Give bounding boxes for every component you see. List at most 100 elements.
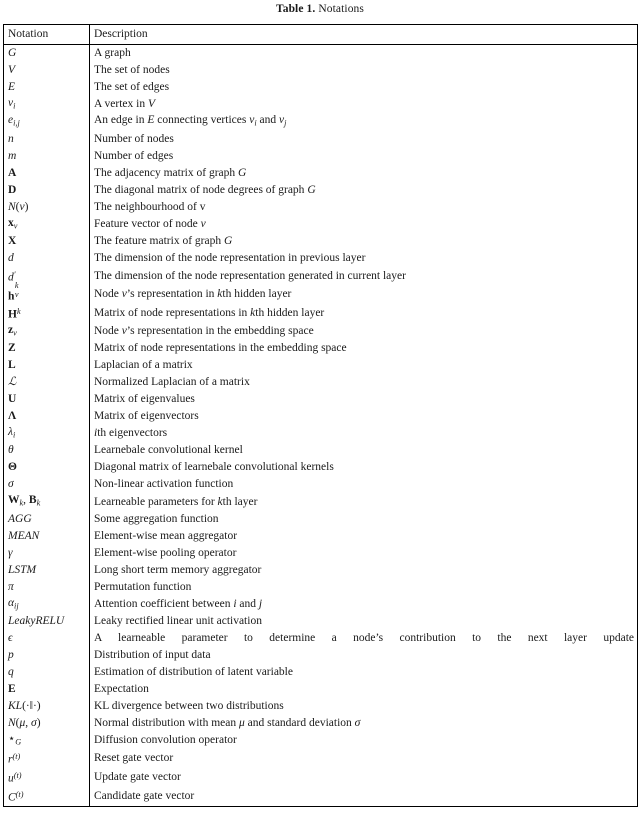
table-row: D The diagonal matrix of node degrees of … [3, 181, 638, 199]
table-row: xv Feature vector of node v [3, 215, 638, 233]
table-row: ei,j An edge in E connecting vertices vi … [3, 113, 638, 131]
cell-description: Distribution of input data [89, 647, 638, 665]
cell-description: The dimension of the node representation… [89, 266, 638, 286]
table-row: p Distribution of input data [3, 647, 638, 665]
table-row: σ Non-linear activation function [3, 476, 638, 494]
cell-description: ith eigenvectors [89, 425, 638, 443]
table-row: A The adjacency matrix of graph G [3, 164, 638, 182]
cell-description: Normalized Laplacian of a matrix [89, 374, 638, 392]
cell-notation: q [3, 664, 90, 682]
cell-notation: zv [3, 322, 90, 341]
cell-notation: LSTM [3, 561, 90, 579]
table-row: LSTM Long short term memory aggregator [3, 561, 638, 579]
table-row: zv Node v’s representation in the embeddi… [3, 322, 638, 341]
table-row: λi ith eigenvectors [3, 425, 638, 443]
cell-description: The neighbourhood of v [89, 198, 638, 216]
cell-notation: ℒ [3, 374, 90, 392]
notations-table: Notation Description GA graph V The set of… [3, 24, 638, 807]
cell-notation: N(v) [3, 198, 90, 216]
table-row: αij Attention coefficient between i and j [3, 595, 638, 614]
column-header-notation: Notation [3, 24, 90, 45]
cell-description: Expectation [89, 681, 638, 699]
table-row: X The feature matrix of graph G [3, 232, 638, 250]
cell-description: Feature vector of node v [89, 215, 638, 233]
cell-description: Learnebale convolutional kernel [89, 442, 638, 460]
cell-description: Estimation of distribution of latent var… [89, 664, 638, 682]
cell-notation: π [3, 578, 90, 596]
cell-description: An edge in E connecting vertices vi and … [89, 113, 638, 131]
cell-notation: vi [3, 96, 90, 114]
table-header: Notation Description [3, 24, 638, 45]
cell-notation: X [3, 232, 90, 250]
cell-description: The adjacency matrix of graph G [89, 164, 638, 182]
cell-notation: Λ [3, 408, 90, 426]
cell-notation: γ [3, 544, 90, 562]
cell-description: Leaky rectified linear unit activation [89, 613, 638, 631]
cell-notation: A [3, 164, 90, 182]
cell-notation: p [3, 647, 90, 665]
cell-notation: MEAN [3, 527, 90, 545]
table-row: L Laplacian of a matrix [3, 357, 638, 375]
cell-notation: C(t) [3, 786, 90, 807]
cell-notation: AGG [3, 510, 90, 528]
cell-notation: E [3, 681, 90, 699]
cell-description: Non-linear activation function [89, 476, 638, 494]
cell-description: Normal distribution with mean μ and stan… [89, 715, 638, 733]
cell-notation: D [3, 181, 90, 199]
cell-notation: xv [3, 215, 90, 233]
cell-notation: n [3, 130, 90, 148]
cell-description: Laplacian of a matrix [89, 357, 638, 375]
cell-description: KL divergence between two distributions [89, 698, 638, 716]
cell-description: Node v’s representation in kth hidden la… [89, 285, 638, 305]
cell-description: The set of nodes [89, 62, 638, 79]
cell-description: A vertex in V [89, 96, 638, 114]
cell-notation: L [3, 357, 90, 375]
table-row: h k v Node v’s representation in kth hidden… [3, 281, 638, 305]
table-row: GA graph [3, 44, 638, 62]
cell-description: Update gate vector [89, 768, 638, 787]
cell-notation: Θ [3, 459, 90, 477]
table-row: C(t) Candidate gate vector [3, 786, 638, 807]
header-row: Notation Description [3, 24, 638, 45]
table-row: LeakyRELU Leaky rectified linear unit act… [3, 613, 638, 631]
table-row: V The set of nodes [3, 62, 638, 79]
table-row: E The set of edges [3, 79, 638, 96]
cell-description: Matrix of node representations in the em… [89, 340, 638, 358]
cell-description: Candidate gate vector [89, 786, 638, 807]
cell-notation: KL(·‖·) [3, 698, 90, 716]
cell-description: Matrix of eigenvectors [89, 408, 638, 426]
table-row: Λ Matrix of eigenvectors [3, 408, 638, 426]
table-row: Wk, Bk Learneable parameters for kth laye… [3, 493, 638, 511]
table-caption: Table 1. Notations [0, 0, 640, 16]
table-row: n Number of nodes [3, 130, 638, 148]
table-row: ϵA learneable parameter to determine a n… [3, 630, 638, 648]
caption-text: Notations [318, 3, 364, 15]
cell-notation: ⋆G [3, 732, 90, 750]
cell-notation: V [3, 62, 90, 79]
table-row: r(t) Reset gate vector [3, 749, 638, 769]
cell-notation: Z [3, 340, 90, 358]
table-row: ℒ Normalized Laplacian of a matrix [3, 374, 638, 392]
table-row: π Permutation function [3, 578, 638, 596]
cell-description: Node v’s representation in the embedding… [89, 322, 638, 341]
table-row: Θ Diagonal matrix of learnebale convoluti… [3, 459, 638, 477]
cell-description: The feature matrix of graph G [89, 232, 638, 250]
table-row: Hk Matrix of node representations in kth … [3, 304, 638, 323]
cell-description: Matrix of eigenvalues [89, 391, 638, 409]
cell-description: Number of edges [89, 147, 638, 165]
cell-description: Learneable parameters for kth layer [89, 493, 638, 511]
cell-description: Matrix of node representations in kth hi… [89, 304, 638, 323]
table-body: GA graph V The set of nodes E The set of edg… [3, 44, 638, 807]
table-row: u(t) Update gate vector [3, 768, 638, 787]
cell-description: The diagonal matrix of node degrees of g… [89, 181, 638, 199]
cell-notation: Wk, Bk [3, 493, 90, 511]
cell-description: Number of nodes [89, 130, 638, 148]
cell-notation: U [3, 391, 90, 409]
column-header-description: Description [89, 24, 638, 45]
cell-notation: αij [3, 595, 90, 614]
cell-notation: m [3, 147, 90, 165]
table-row: θ Learnebale convolutional kernel [3, 442, 638, 460]
table-row: N(v) The neighbourhood of v [3, 198, 638, 216]
table-row: vi A vertex in V [3, 96, 638, 114]
cell-description: Permutation function [89, 578, 638, 596]
